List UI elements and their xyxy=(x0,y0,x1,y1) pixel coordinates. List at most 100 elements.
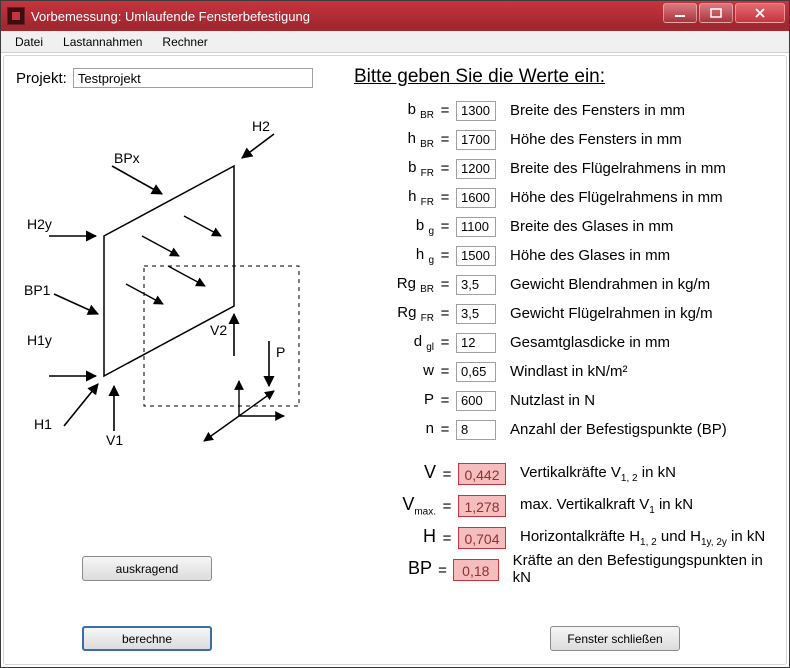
value-input[interactable] xyxy=(456,304,496,324)
app-window: Vorbemessung: Umlaufende Fensterbefestig… xyxy=(0,0,790,668)
input-row: n = Anzahl der Befestigspunkte (BP) xyxy=(354,415,772,444)
input-symbol: P xyxy=(354,391,434,411)
equals-sign: = xyxy=(434,189,456,206)
input-row: w =Windlast in kN/m² xyxy=(354,357,772,386)
input-description: Gewicht Flügelrahmen in kg/m xyxy=(510,305,713,322)
input-row: Rg BR=Gewicht Blendrahmen in kg/m xyxy=(354,270,772,299)
value-input[interactable] xyxy=(456,101,496,121)
input-symbol: h g xyxy=(354,246,434,266)
label-H1y: H1y xyxy=(27,332,52,348)
value-input[interactable] xyxy=(456,391,496,411)
equals-sign: = xyxy=(434,276,456,293)
result-description: Vertikalkräfte V1, 2 in kN xyxy=(520,464,676,484)
input-symbol: b FR xyxy=(354,159,434,179)
maximize-icon xyxy=(710,8,722,18)
result-row: H=0,704 Horizontalkräfte H1, 2 und H1y, 2… xyxy=(354,522,772,554)
result-symbol: V xyxy=(354,462,436,486)
result-value: 0,18 xyxy=(453,559,499,581)
input-symbol: h FR xyxy=(354,188,434,208)
equals-sign: = xyxy=(434,131,456,148)
equals-sign: = xyxy=(434,218,456,235)
input-row: h BR=Höhe des Fensters in mm xyxy=(354,125,772,154)
label-V1: V1 xyxy=(106,432,123,448)
auskragend-button[interactable]: auskragend xyxy=(82,556,212,581)
input-row: b FR= Breite des Flügelrahmens in mm xyxy=(354,154,772,183)
result-description: Kräfte an den Befestigungspunkten in kN xyxy=(513,552,772,589)
equals-sign: = xyxy=(434,102,456,119)
result-symbol: Vmax. xyxy=(354,494,436,518)
menu-rechner[interactable]: Rechner xyxy=(152,33,217,51)
input-row: d gl= Gesamtglasdicke in mm xyxy=(354,328,772,357)
equals-sign: = xyxy=(434,160,456,177)
input-symbol: b BR xyxy=(354,101,434,121)
value-input[interactable] xyxy=(456,130,496,150)
value-input[interactable] xyxy=(456,333,496,353)
content-pane: Projekt: xyxy=(3,55,787,665)
menu-lastannahmen[interactable]: Lastannahmen xyxy=(53,33,152,51)
input-panel: Bitte geben Sie die Werte ein: b BR=Brei… xyxy=(354,66,772,586)
value-input[interactable] xyxy=(456,217,496,237)
result-value: 0,442 xyxy=(458,463,506,485)
input-description: Anzahl der Befestigspunkte (BP) xyxy=(510,421,727,438)
result-value: 0,704 xyxy=(458,527,506,549)
close-button[interactable] xyxy=(735,3,785,23)
input-row: b g=Breite des Glases in mm xyxy=(354,212,772,241)
value-input[interactable] xyxy=(456,159,496,179)
input-symbol: d gl xyxy=(354,333,434,353)
result-row: Vmax.=1,278max. Vertikalkraft V1 in kN xyxy=(354,490,772,522)
berechne-button[interactable]: berechne xyxy=(82,626,212,651)
equals-sign: = xyxy=(432,562,453,579)
input-symbol: h BR xyxy=(354,130,434,150)
input-description: Gesamtglasdicke in mm xyxy=(510,334,670,351)
input-symbol: Rg FR xyxy=(354,304,434,324)
input-description: Höhe des Glases in mm xyxy=(510,247,670,264)
input-row: Rg FR= Gewicht Flügelrahmen in kg/m xyxy=(354,299,772,328)
equals-sign: = xyxy=(434,334,456,351)
window-title: Vorbemessung: Umlaufende Fensterbefestig… xyxy=(31,9,661,24)
titlebar[interactable]: Vorbemessung: Umlaufende Fensterbefestig… xyxy=(1,1,789,31)
value-input[interactable] xyxy=(456,275,496,295)
label-V2: V2 xyxy=(210,322,227,338)
projekt-row: Projekt: xyxy=(16,68,313,88)
result-symbol: H xyxy=(354,526,436,550)
input-description: Breite des Flügelrahmens in mm xyxy=(510,160,726,177)
close-icon xyxy=(754,8,766,18)
result-description: max. Vertikalkraft V1 in kN xyxy=(520,496,693,516)
equals-sign: = xyxy=(434,305,456,322)
equals-sign: = xyxy=(434,392,456,409)
projekt-label: Projekt: xyxy=(16,70,67,87)
minimize-button[interactable] xyxy=(663,3,697,23)
input-description: Windlast in kN/m² xyxy=(510,363,628,380)
minimize-icon xyxy=(674,8,686,18)
projekt-input[interactable] xyxy=(73,68,313,88)
result-row: V=0,442Vertikalkräfte V1, 2 in kN xyxy=(354,458,772,490)
equals-sign: = xyxy=(434,247,456,264)
input-symbol: Rg BR xyxy=(354,275,434,295)
input-description: Breite des Fensters in mm xyxy=(510,102,685,119)
menu-datei[interactable]: Datei xyxy=(5,33,53,51)
equals-sign: = xyxy=(434,421,456,438)
app-icon xyxy=(7,7,25,25)
label-H1: H1 xyxy=(34,416,52,432)
result-symbol: BP xyxy=(354,558,432,582)
window-buttons xyxy=(661,1,789,31)
input-symbol: b g xyxy=(354,217,434,237)
input-description: Höhe des Flügelrahmens in mm xyxy=(510,189,723,206)
result-description: Horizontalkräfte H1, 2 und H1y, 2y in kN xyxy=(520,528,765,548)
fenster-schliessen-button[interactable]: Fenster schließen xyxy=(550,626,680,651)
result-row: BP=0,18 Kräfte an den Befestigungspunkten… xyxy=(354,554,772,586)
input-description: Nutzlast in N xyxy=(510,392,595,409)
input-row: b BR= Breite des Fensters in mm xyxy=(354,96,772,125)
maximize-button[interactable] xyxy=(699,3,733,23)
value-input[interactable] xyxy=(456,188,496,208)
input-symbol: w xyxy=(354,362,434,382)
equals-sign: = xyxy=(436,498,458,515)
value-input[interactable] xyxy=(456,246,496,266)
menubar: Datei Lastannahmen Rechner xyxy=(1,31,789,53)
prompt-heading: Bitte geben Sie die Werte ein: xyxy=(354,66,605,88)
input-symbol: n xyxy=(354,420,434,440)
equals-sign: = xyxy=(436,530,458,547)
value-input[interactable] xyxy=(456,420,496,440)
value-input[interactable] xyxy=(456,362,496,382)
label-BP1: BP1 xyxy=(24,282,50,298)
